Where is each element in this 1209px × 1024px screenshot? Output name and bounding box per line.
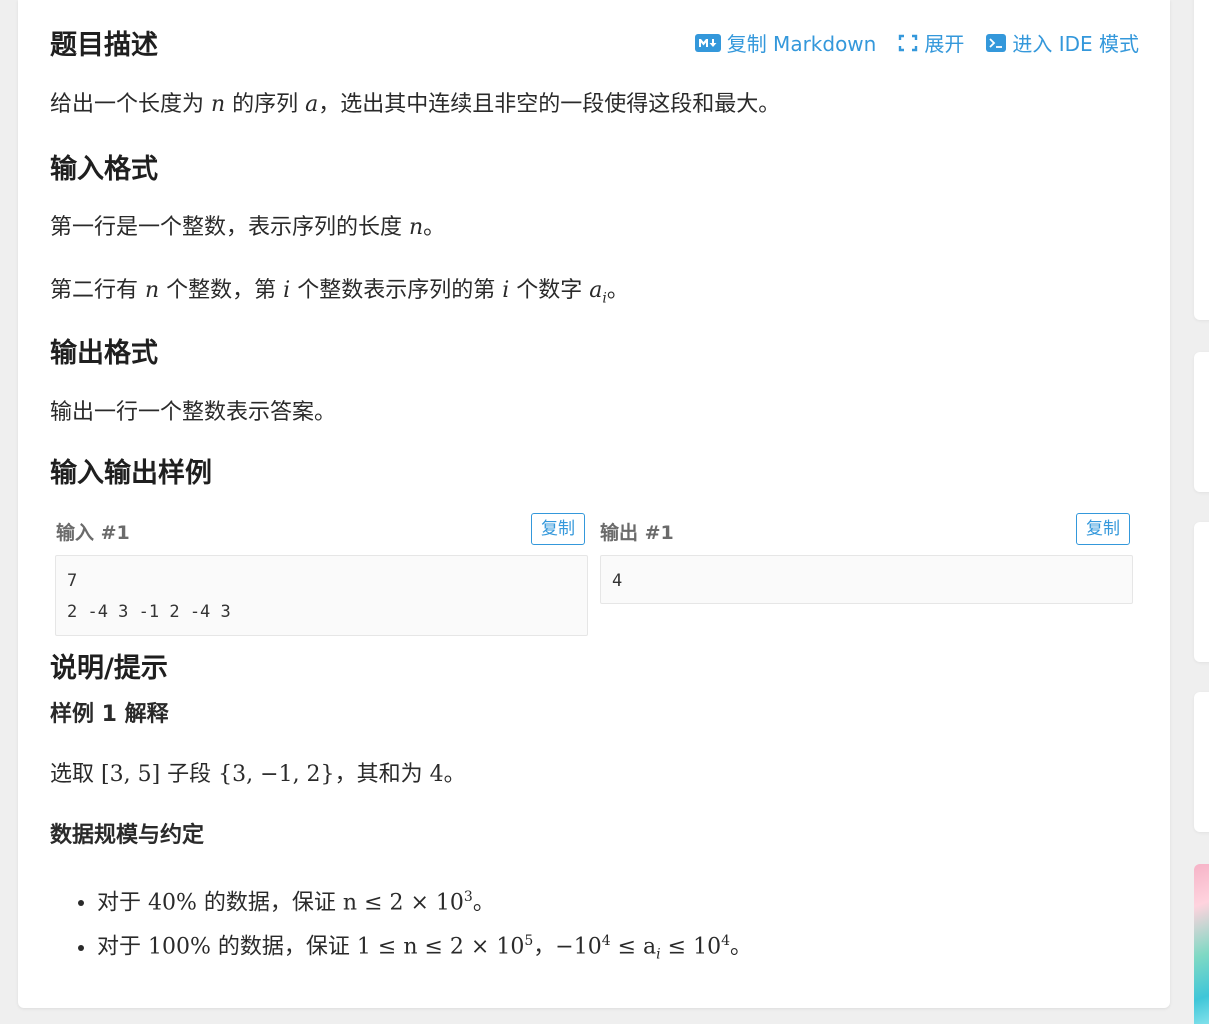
side-panel-card-1 bbox=[1194, 0, 1209, 320]
text-part: 。 bbox=[423, 215, 446, 240]
text-part: 对于 bbox=[97, 890, 148, 916]
text-part: 选取 bbox=[50, 762, 101, 787]
problem-toolbar: 复制 Markdown 展开 进入 IDE 模式 bbox=[694, 28, 1139, 57]
ide-mode-button[interactable]: 进入 IDE 模式 bbox=[986, 28, 1139, 57]
text-part: 对于 bbox=[97, 934, 148, 960]
description-text-part: ，选出其中连续且非空的一段使得这段和最大。 bbox=[318, 92, 781, 117]
constraints-list: 对于 40% 的数据，保证 n ≤ 2 × 103。 对于 100% 的数据，保… bbox=[50, 878, 752, 974]
math-var-n: n bbox=[211, 92, 226, 117]
markdown-icon bbox=[694, 33, 721, 52]
sample-explain-title: 样例 1 解释 bbox=[50, 702, 169, 727]
math-var-n: n bbox=[145, 278, 160, 303]
text-part: 。 bbox=[472, 890, 495, 916]
math-exponent: 5 bbox=[524, 933, 534, 950]
sample-input-box: 7 2 -4 3 -1 2 -4 3 bbox=[55, 555, 588, 636]
description-text-part: 给出一个长度为 bbox=[50, 92, 211, 117]
side-panel-card-2 bbox=[1194, 352, 1209, 492]
text-part: ，其和为 bbox=[334, 762, 430, 787]
hint-title: 说明/提示 bbox=[50, 653, 168, 684]
sample-output-label: 输出 #1 bbox=[600, 522, 674, 544]
text-part: 子段 bbox=[160, 762, 219, 787]
text-part: 第二行有 bbox=[50, 278, 145, 303]
text-part: ， bbox=[533, 934, 556, 960]
math-value: 4 bbox=[429, 762, 444, 787]
copy-input-button[interactable]: 复制 bbox=[531, 513, 585, 545]
math-expression: ≤ 10 bbox=[660, 934, 722, 960]
text-part: 个数字 bbox=[509, 278, 590, 303]
description-text: 给出一个长度为 n 的序列 a，选出其中连续且非空的一段使得这段和最大。 bbox=[50, 90, 780, 120]
math-var-a: a bbox=[305, 92, 319, 117]
math-expression: ≤ a bbox=[610, 934, 657, 960]
expand-button[interactable]: 展开 bbox=[898, 28, 964, 57]
text-part: 的数据，保证 bbox=[196, 890, 343, 916]
output-format-text: 输出一行一个整数表示答案。 bbox=[50, 400, 337, 425]
math-exponent: 3 bbox=[463, 889, 473, 905]
description-title: 题目描述 bbox=[50, 30, 158, 61]
text-part: 个整数，第 bbox=[159, 278, 284, 303]
math-percent: 40% bbox=[148, 890, 197, 916]
math-expression: −10 bbox=[555, 934, 602, 960]
text-part: 。 bbox=[730, 934, 753, 960]
copy-output-button[interactable]: 复制 bbox=[1076, 513, 1130, 545]
expand-icon bbox=[899, 34, 918, 51]
side-panel-card-4 bbox=[1194, 692, 1209, 832]
terminal-icon bbox=[986, 33, 1007, 52]
ide-mode-label: 进入 IDE 模式 bbox=[1012, 32, 1139, 56]
sample-explain-text: 选取 [3, 5] 子段 {3, −1, 2}，其和为 4。 bbox=[50, 760, 466, 790]
math-set: {3, −1, 2} bbox=[218, 762, 335, 787]
samples-title: 输入输出样例 bbox=[50, 458, 212, 489]
side-panel-image bbox=[1194, 864, 1209, 1024]
constraint-item: 对于 100% 的数据，保证 1 ≤ n ≤ 2 × 105，−104 ≤ ai… bbox=[97, 922, 752, 974]
side-panel-card-3 bbox=[1194, 522, 1209, 662]
copy-markdown-button[interactable]: 复制 Markdown bbox=[694, 28, 877, 57]
text-part: 个整数表示序列的第 bbox=[290, 278, 503, 303]
input-format-line-2: 第二行有 n 个整数，第 i 个整数表示序列的第 i 个数字 ai。 bbox=[50, 276, 629, 313]
sample-output-box: 4 bbox=[600, 555, 1133, 604]
text-part: 第一行是一个整数，表示序列的长度 bbox=[50, 215, 409, 240]
math-expression: n ≤ 2 × 10 bbox=[342, 890, 464, 916]
expand-label: 展开 bbox=[924, 32, 965, 56]
input-format-title: 输入格式 bbox=[50, 154, 158, 185]
text-part: 的数据，保证 bbox=[210, 934, 357, 960]
copy-markdown-label: 复制 Markdown bbox=[726, 32, 877, 56]
math-percent: 100% bbox=[148, 934, 211, 960]
math-interval: [3, 5] bbox=[101, 762, 161, 787]
output-format-title: 输出格式 bbox=[50, 338, 158, 369]
sample-input-label: 输入 #1 bbox=[56, 522, 130, 544]
math-var-a: a bbox=[589, 278, 603, 303]
math-expression: 1 ≤ n ≤ 2 × 10 bbox=[356, 934, 525, 960]
math-exponent: 4 bbox=[721, 933, 730, 950]
constraint-item: 对于 40% 的数据，保证 n ≤ 2 × 103。 bbox=[97, 878, 752, 922]
problem-card bbox=[18, 0, 1170, 1008]
math-var-n: n bbox=[409, 215, 424, 240]
text-part: 。 bbox=[443, 762, 466, 787]
input-format-line-1: 第一行是一个整数，表示序列的长度 n。 bbox=[50, 213, 445, 243]
description-text-part: 的序列 bbox=[225, 92, 306, 117]
constraints-title: 数据规模与约定 bbox=[50, 823, 205, 848]
math-exponent: 4 bbox=[601, 933, 611, 950]
text-part: 。 bbox=[606, 278, 629, 303]
